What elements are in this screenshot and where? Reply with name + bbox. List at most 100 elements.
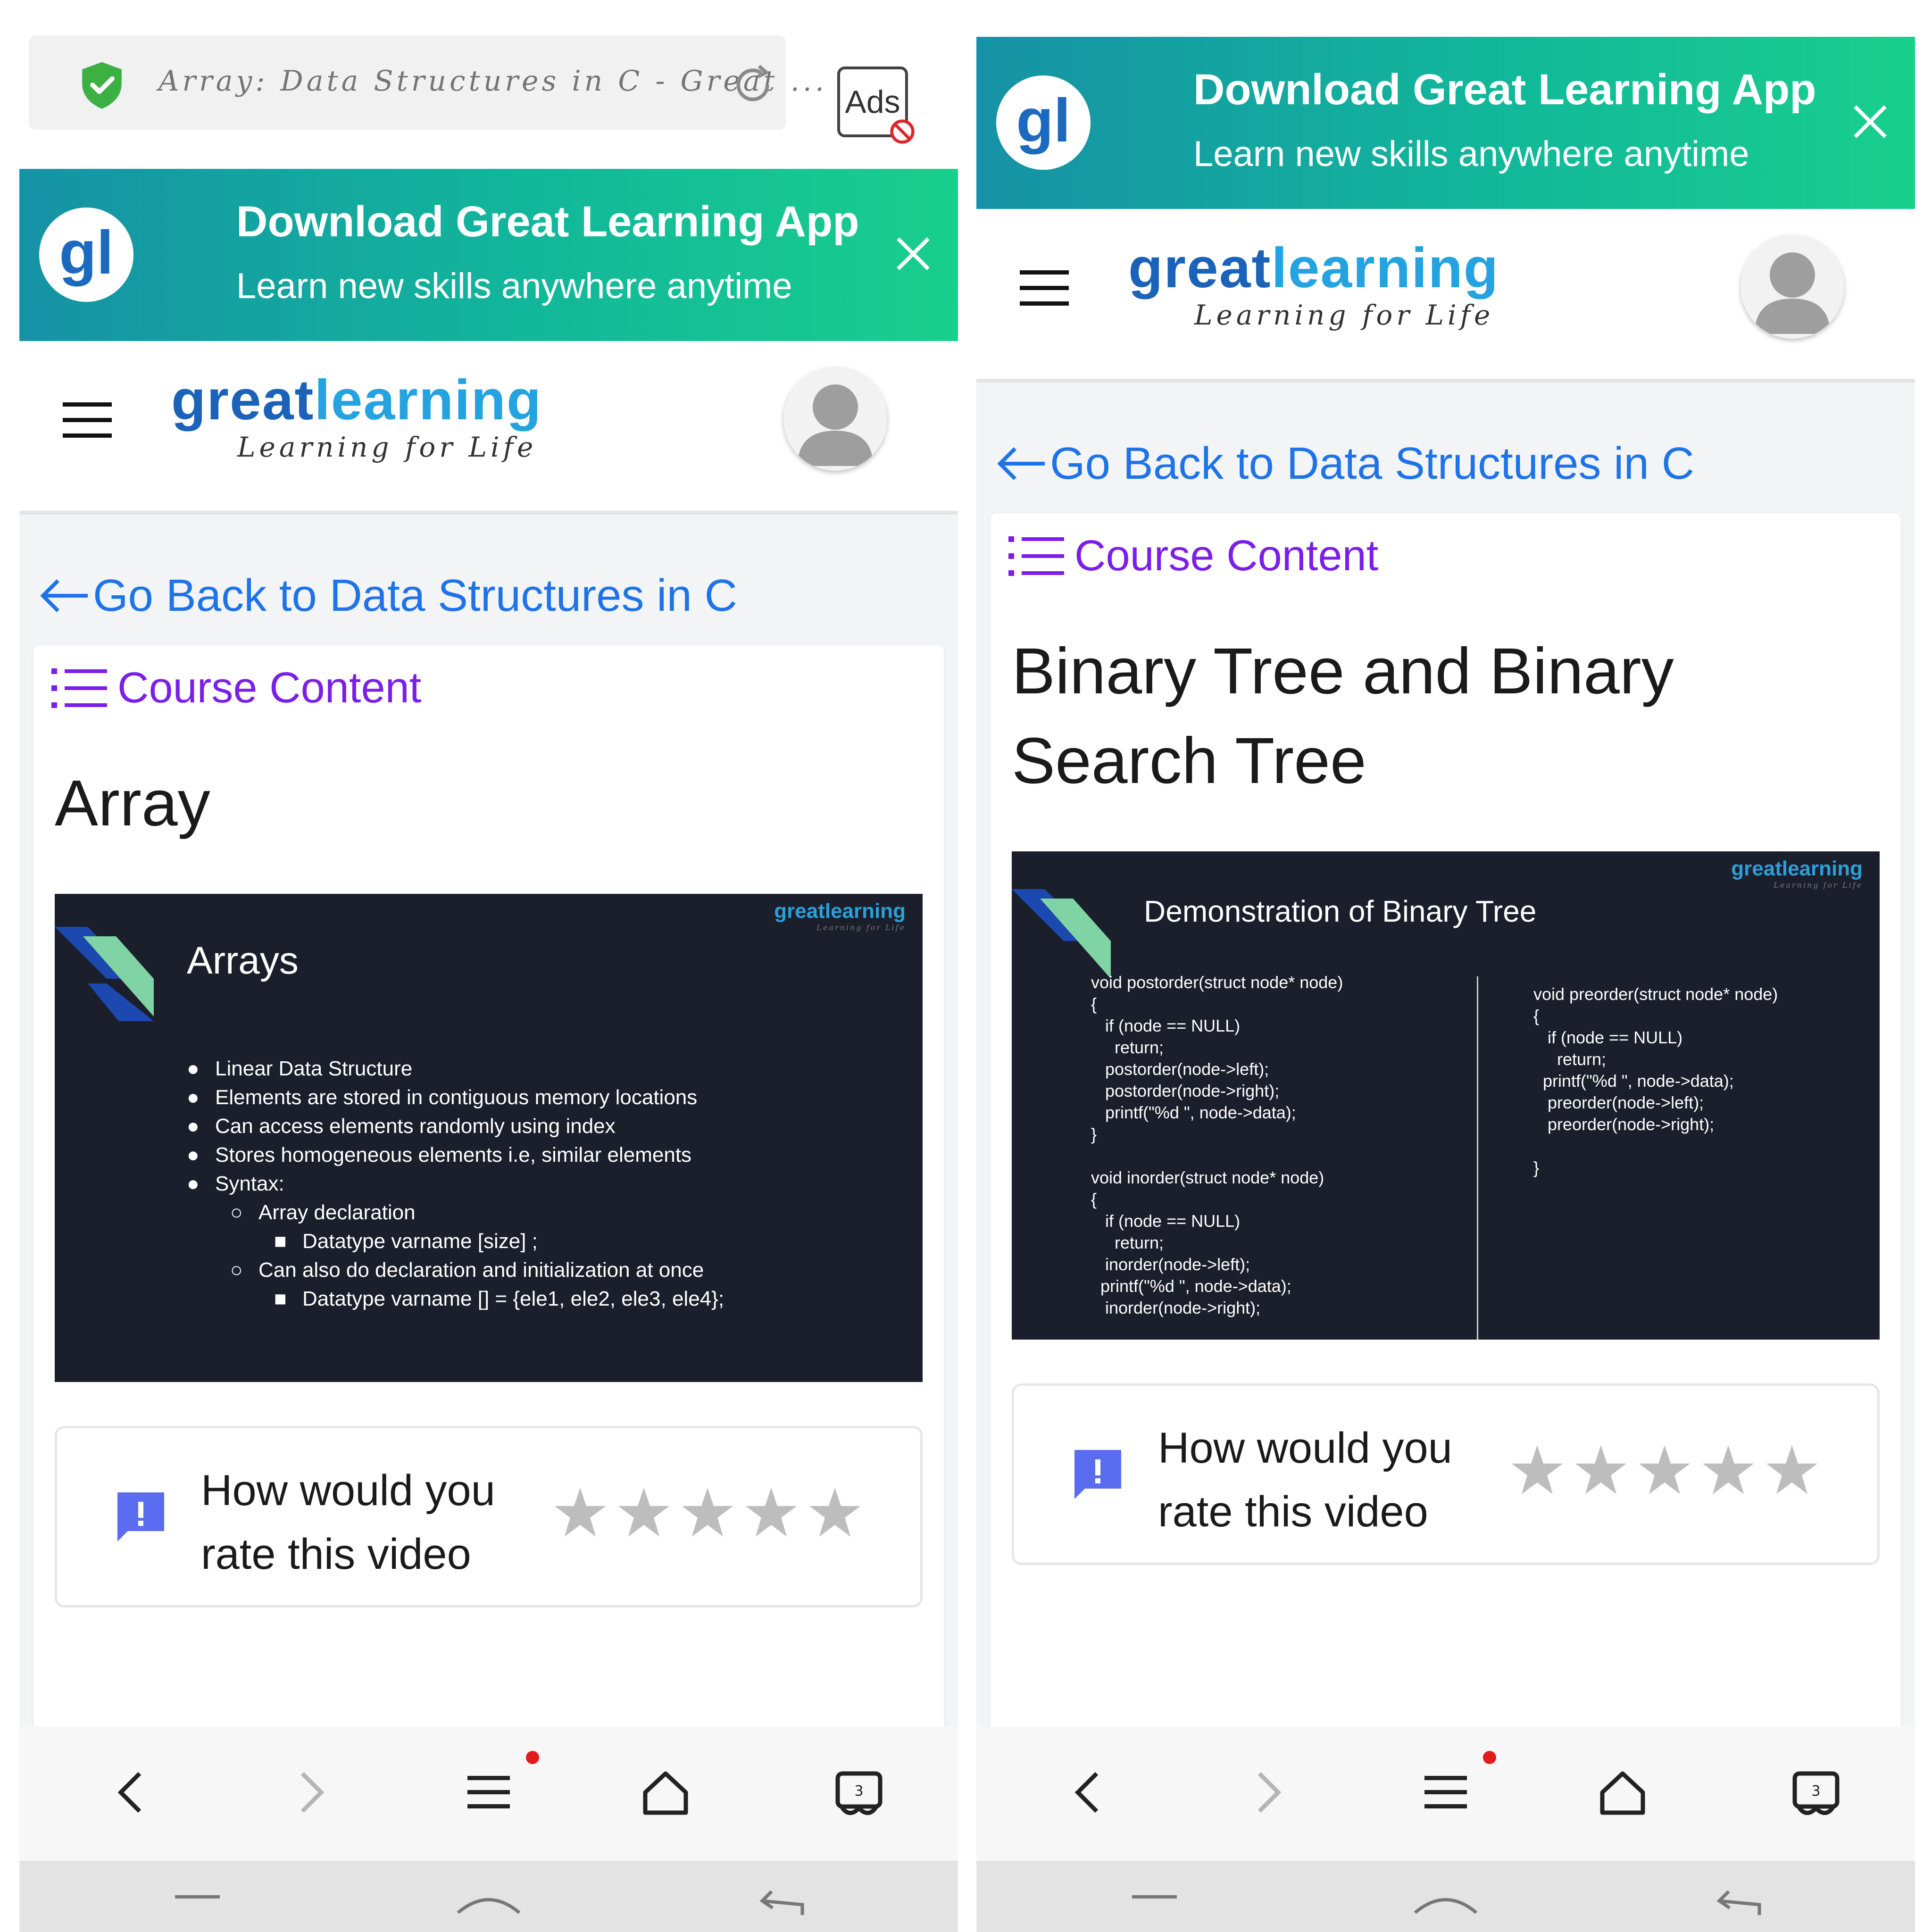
back-link-text: Go Back to Data Structures in C [93,570,737,621]
rating-question-line2: rate this video [1158,1488,1428,1536]
hamburger-menu-icon[interactable] [63,402,112,438]
star-icon[interactable] [1637,1442,1692,1498]
close-icon[interactable] [1847,98,1894,145]
star-icon[interactable] [680,1485,735,1541]
video-slide[interactable]: greatlearning Learning for Life Arrays ●… [55,894,923,1382]
bullet-text: Datatype varname [size] ; [302,1230,538,1253]
rating-question-line1: How would you [1158,1424,1452,1472]
lesson-title: Array [55,767,210,840]
rating-box: How would you rate this video [1012,1383,1880,1565]
menu-icon[interactable] [463,1766,515,1818]
banner-subtitle: Learn new skills anywhere anytime [236,266,792,306]
slide-bullets: ● Linear Data Structure ● Elements are sto… [187,1057,724,1310]
star-icon[interactable] [1573,1442,1629,1498]
star-rating[interactable] [1509,1442,1828,1498]
tabs-icon[interactable]: 3 [833,1766,885,1818]
gl-logo-icon: gl [39,208,133,302]
notification-dot [1483,1751,1496,1764]
star-icon[interactable] [616,1485,672,1541]
app-download-banner[interactable]: gl Download Great Learning App Learn new… [976,37,1915,209]
back-icon[interactable] [107,1766,158,1818]
slide-logo: greatlearning Learning for Life [1731,857,1863,890]
brand-part2: learning [314,368,542,432]
home-gesture-icon[interactable] [456,1887,522,1915]
brand-tagline: Learning for Life [1194,299,1494,331]
course-content-label: Course Content [117,664,422,712]
star-icon[interactable] [1509,1442,1565,1498]
home-icon[interactable] [640,1766,691,1818]
rating-question: How would you rate this video [1158,1416,1452,1544]
rating-question-line1: How would you [201,1466,495,1515]
menu-icon[interactable] [1420,1766,1472,1818]
brand-logo[interactable]: greatlearning Learning for Life [1128,240,1499,331]
star-icon[interactable] [552,1485,608,1541]
star-icon[interactable] [1700,1442,1756,1498]
recents-icon[interactable] [1132,1887,1179,1906]
brand-logo[interactable]: greatlearning Learning for Life [171,372,542,463]
forward-icon[interactable] [1241,1766,1292,1818]
code-block-left: void postorder(struct node* node) { if (… [1091,973,1343,1317]
bullet-text: Linear Data Structure [215,1057,413,1080]
arrow-left-icon [997,447,1045,480]
list-icon [1008,536,1064,576]
brand-part1: great [171,368,315,432]
brand-tagline: Learning for Life [237,431,537,463]
ads-label: Ads [845,84,900,120]
browser-navbar: 3 [976,1726,1915,1861]
back-to-course-link[interactable]: Go Back to Data Structures in C [995,438,1694,490]
list-icon [51,668,107,708]
slide-logo: greatlearning Learning for Life [774,899,906,932]
home-gesture-icon[interactable] [1413,1887,1479,1915]
course-content-button[interactable]: Course Content [1008,531,1378,581]
back-to-course-link[interactable]: Go Back to Data Structures in C [38,570,737,622]
star-icon[interactable] [743,1485,799,1541]
shield-check-icon [82,62,122,109]
back-gesture-icon[interactable] [758,1887,809,1915]
system-navbar [976,1861,1915,1932]
tabs-icon[interactable]: 3 [1790,1766,1842,1818]
page-content: gl Download Great Learning App Learn new… [976,37,1915,1932]
feedback-icon [117,1492,164,1541]
star-icon[interactable] [807,1485,863,1541]
arrow-left-icon [40,579,88,612]
bullet-text: Elements are stored in contiguous memory… [215,1086,698,1109]
star-rating[interactable] [552,1485,871,1541]
close-icon[interactable] [890,230,937,277]
slide-logo-tag: Learning for Life [1774,881,1863,890]
recents-icon[interactable] [175,1887,222,1906]
slide-logo-name: greatlearning [1731,857,1863,880]
bullet-text: Can access elements randomly using index [215,1115,616,1138]
star-icon[interactable] [1764,1442,1820,1498]
bullet-text: Array declaration [258,1201,416,1224]
app-download-banner[interactable]: gl Download Great Learning App Learn new… [19,169,958,341]
reload-icon[interactable] [727,59,779,111]
forward-icon[interactable] [283,1766,335,1818]
brand-part1: great [1128,236,1272,300]
gl-logo-text: gl [59,218,114,287]
back-icon[interactable] [1064,1766,1116,1818]
site-header: greatlearning Learning for Life [19,341,958,515]
rating-question-line2: rate this video [201,1530,471,1578]
bullet-text: Syntax: [215,1172,284,1195]
back-gesture-icon[interactable] [1715,1887,1766,1915]
svg-text:3: 3 [1811,1783,1820,1799]
address-bar[interactable]: Array: Data Structures in C - Great ... [29,35,824,130]
site-header: greatlearning Learning for Life [976,209,1915,383]
ads-block-button[interactable]: Ads [837,67,915,144]
gl-logo-text: gl [1016,86,1071,155]
notification-dot [526,1751,539,1764]
bullet-text: Stores homogeneous elements i.e, similar… [215,1143,692,1166]
bullet-text: Can also do declaration and initializati… [258,1258,704,1282]
slide-logo-tag: Learning for Life [816,923,906,932]
avatar-icon[interactable] [783,367,887,471]
slide-logo-name: greatlearning [774,899,906,923]
video-slide[interactable]: greatlearning Learning for Life Demonstr… [1012,851,1880,1340]
hamburger-menu-icon[interactable] [1020,270,1069,306]
home-icon[interactable] [1597,1766,1649,1818]
course-content-button[interactable]: Course Content [51,663,421,713]
rating-question: How would you rate this video [201,1459,495,1586]
ads-block-icon [890,119,915,144]
left-screenshot: Array: Data Structures in C - Great ... … [19,0,958,1932]
feedback-icon [1074,1450,1121,1499]
avatar-icon[interactable] [1740,235,1844,339]
